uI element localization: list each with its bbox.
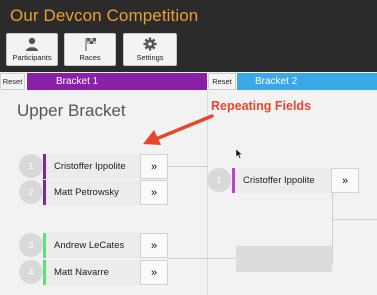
advance-button[interactable]: » bbox=[140, 260, 168, 285]
reset-bracket-2-button[interactable]: Reset bbox=[208, 73, 236, 90]
person-icon bbox=[26, 37, 38, 51]
participants-label: Participants bbox=[12, 53, 52, 62]
tab-bracket-1[interactable]: Bracket 1 bbox=[27, 73, 207, 90]
advance-button[interactable]: » bbox=[140, 180, 168, 205]
participant-slot: Matt Navarre bbox=[43, 260, 140, 285]
seed-badge: 1 bbox=[207, 168, 231, 192]
seed-badge: 1 bbox=[19, 154, 43, 178]
seed-badge: 2 bbox=[19, 180, 43, 204]
participants-button[interactable]: Participants bbox=[6, 33, 58, 66]
seed-badge: 4 bbox=[19, 260, 43, 284]
connector-line bbox=[168, 166, 208, 167]
gear-icon bbox=[143, 37, 157, 51]
annotation-text: Repeating Fields bbox=[211, 99, 312, 113]
connector-line bbox=[332, 181, 333, 265]
reset-bracket-1-button[interactable]: Reset bbox=[0, 73, 25, 90]
participant-slot: Matt Petrowsky bbox=[43, 180, 140, 205]
checkered-flag-icon bbox=[85, 38, 96, 51]
connector-line bbox=[168, 258, 236, 259]
participant-slot: Cristoffer Ippolite bbox=[43, 154, 140, 179]
connector-line bbox=[332, 219, 377, 220]
settings-label: Settings bbox=[136, 53, 164, 62]
settings-button[interactable]: Settings bbox=[123, 33, 177, 66]
advance-button[interactable]: » bbox=[140, 154, 168, 179]
empty-slot bbox=[236, 246, 332, 272]
annotation-arrow-icon bbox=[143, 114, 214, 145]
app-title: Our Devcon Competition bbox=[10, 6, 199, 25]
app-header: Our Devcon Competition Participants Race… bbox=[0, 0, 377, 72]
races-label: Races bbox=[79, 53, 101, 62]
advance-button[interactable]: » bbox=[140, 233, 168, 258]
mouse-cursor-icon bbox=[236, 149, 243, 159]
advance-button[interactable]: » bbox=[331, 168, 359, 193]
seed-badge: 3 bbox=[19, 233, 43, 257]
section-title: Upper Bracket bbox=[17, 101, 126, 120]
participant-slot: Cristoffer Ippolite bbox=[232, 168, 331, 193]
tab-bracket-2[interactable]: Bracket 2 bbox=[237, 73, 377, 90]
races-button[interactable]: Races bbox=[64, 33, 116, 66]
bracket-tab-bar: Reset Bracket 1 Reset Bracket 2 bbox=[0, 73, 377, 90]
participant-slot: Andrew LeCates bbox=[43, 233, 140, 258]
